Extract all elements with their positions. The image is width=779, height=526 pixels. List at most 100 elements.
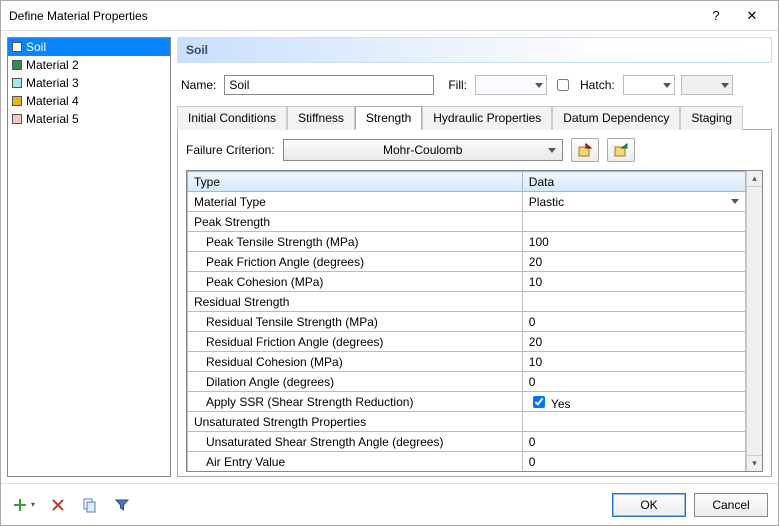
failure-criterion-combo[interactable]: Mohr-Coulomb [283,139,563,161]
delete-material-button[interactable] [49,496,67,514]
tab-staging[interactable]: Staging [680,106,743,130]
material-swatch-icon [12,96,22,106]
property-value-cell[interactable]: 0 [522,452,745,472]
name-input[interactable] [224,75,434,95]
material-swatch-icon [12,60,22,70]
property-value-cell[interactable]: 0 [522,432,745,452]
property-value-cell[interactable]: 100 [522,232,745,252]
material-swatch-icon [12,42,22,52]
property-label: Peak Strength [188,212,523,232]
property-row[interactable]: Dilation Angle (degrees)0 [188,372,746,392]
hatch-color-combo[interactable] [681,75,733,95]
dialog-body: Soil Material 2 Material 3 Material 4 Materi… [1,31,778,483]
property-row[interactable]: Peak Friction Angle (degrees)20 [188,252,746,272]
name-fill-row: Name: Fill: Hatch: [179,75,770,95]
material-swatch-icon [12,78,22,88]
cancel-button[interactable]: Cancel [694,493,768,517]
material-item-label: Material 4 [26,94,79,108]
col-header-data[interactable]: Data [522,172,745,192]
property-row[interactable]: Unsaturated Shear Strength Angle (degree… [188,432,746,452]
failure-criterion-label: Failure Criterion: [186,143,275,157]
material-item[interactable]: Soil [8,38,170,56]
property-value-cell [522,292,745,312]
tab-hydraulic-properties[interactable]: Hydraulic Properties [422,106,552,130]
material-list[interactable]: Soil Material 2 Material 3 Material 4 Materi… [7,37,171,477]
property-label: Material Type [188,192,523,212]
property-label: Residual Tensile Strength (MPa) [188,312,523,332]
ok-button[interactable]: OK [612,493,686,517]
property-label: Unsaturated Shear Strength Angle (degree… [188,432,523,452]
property-label: Unsaturated Strength Properties [188,412,523,432]
copy-icon [82,497,98,513]
close-button[interactable]: ✕ [734,2,770,30]
titlebar: Define Material Properties ? ✕ [1,1,778,31]
material-item[interactable]: Material 4 [8,92,170,110]
grid-scrollbar[interactable]: ▴ ▾ [746,171,762,471]
filter-button[interactable] [113,496,131,514]
property-row[interactable]: Peak Tensile Strength (MPa)100 [188,232,746,252]
add-material-button[interactable] [11,496,29,514]
property-checkbox[interactable] [533,396,545,408]
col-header-type[interactable]: Type [188,172,523,192]
name-label: Name: [179,78,218,92]
tab-strength[interactable]: Strength [355,106,422,130]
tab-strength-panel: Failure Criterion: Mohr-Coulomb [177,130,772,477]
scroll-down-icon[interactable]: ▾ [747,455,762,471]
help-button[interactable]: ? [698,2,734,30]
property-grid[interactable]: Type Data Material Type Plastic Peak Stren… [187,171,746,471]
chevron-down-icon [731,199,739,204]
property-grid-wrap: Type Data Material Type Plastic Peak Stren… [186,170,763,472]
copy-material-button[interactable] [81,496,99,514]
material-item-label: Material 3 [26,76,79,90]
property-value-cell[interactable]: 10 [522,352,745,372]
hatch-checkbox[interactable] [557,79,569,91]
property-row[interactable]: Air Entry Value0 [188,452,746,472]
chevron-down-icon [548,148,556,153]
material-item[interactable]: Material 3 [8,74,170,92]
chevron-down-icon[interactable]: ▾ [31,500,35,509]
tab-initial-conditions[interactable]: Initial Conditions [177,106,287,130]
export-properties-button[interactable] [607,138,635,162]
property-value-cell[interactable]: 10 [522,272,745,292]
material-item[interactable]: Material 5 [8,110,170,128]
property-label: Air Entry Value [188,452,523,472]
fill-color-combo[interactable] [475,75,547,95]
footer-toolbar: ▾ [11,496,131,514]
tab-stiffness[interactable]: Stiffness [287,106,355,130]
property-label: Residual Cohesion (MPa) [188,352,523,372]
property-value: Yes [548,397,571,411]
property-row[interactable]: Unsaturated Strength Properties [188,412,746,432]
property-row[interactable]: Residual Friction Angle (degrees)20 [188,332,746,352]
property-value-cell[interactable]: 20 [522,252,745,272]
property-row[interactable]: Peak Cohesion (MPa)10 [188,272,746,292]
chevron-down-icon [535,83,543,88]
main-panel: Soil Name: Fill: Hatch: Initial Conditio… [177,37,772,477]
material-header: Soil [177,37,772,63]
property-value: Plastic [529,195,564,209]
delete-icon [51,498,65,512]
property-value-cell[interactable]: 0 [522,312,745,332]
property-row[interactable]: Material Type Plastic [188,192,746,212]
plus-icon [12,497,28,513]
filter-icon [115,498,129,512]
property-value-cell[interactable]: 20 [522,332,745,352]
material-item-label: Soil [26,40,46,54]
property-row[interactable]: Residual Strength [188,292,746,312]
property-value-cell[interactable]: 0 [522,372,745,392]
hatch-pattern-combo[interactable] [623,75,675,95]
material-item[interactable]: Material 2 [8,56,170,74]
property-row[interactable]: Residual Tensile Strength (MPa)0 [188,312,746,332]
property-row[interactable]: Apply SSR (Shear Strength Reduction) Yes [188,392,746,412]
property-label: Peak Cohesion (MPa) [188,272,523,292]
property-value-cell [522,412,745,432]
failure-criterion-value: Mohr-Coulomb [383,143,462,157]
property-row[interactable]: Peak Strength [188,212,746,232]
property-row[interactable]: Residual Cohesion (MPa)10 [188,352,746,372]
import-icon [577,142,593,158]
scroll-up-icon[interactable]: ▴ [747,171,762,187]
import-properties-button[interactable] [571,138,599,162]
property-label: Dilation Angle (degrees) [188,372,523,392]
property-value-cell[interactable]: Plastic [522,192,745,212]
tab-datum-dependency[interactable]: Datum Dependency [552,106,680,130]
property-value-cell[interactable]: Yes [522,392,745,412]
